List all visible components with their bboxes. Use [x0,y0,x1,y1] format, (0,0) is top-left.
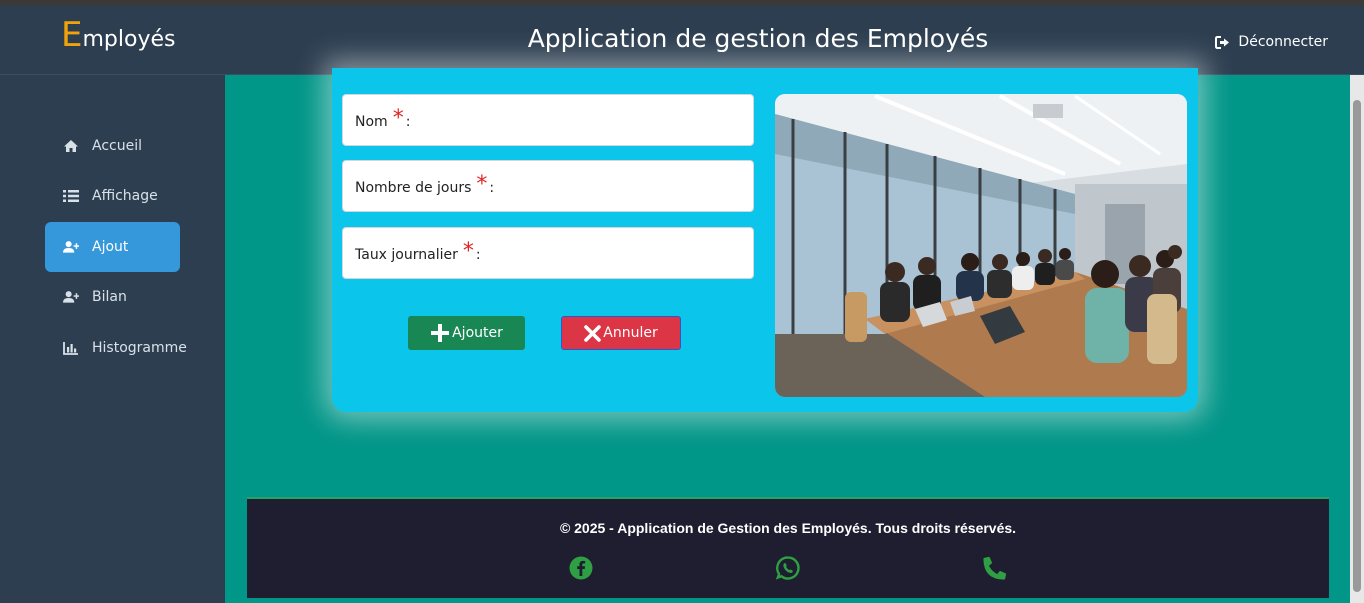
sidebar-item-bilan[interactable]: Bilan [45,272,180,322]
whatsapp-icon[interactable] [775,555,801,581]
sidebar-item-affichage[interactable]: Affichage [45,171,180,221]
list-icon [63,189,79,203]
sidebar-item-histogramme[interactable]: Histogramme [45,323,205,373]
sidebar-item-ajout[interactable]: Ajout [45,222,180,272]
field-colon: : [475,247,481,263]
field-colon: : [489,180,495,196]
footer: © 2025 - Application de Gestion des Empl… [247,497,1329,598]
sidebar-item-label: Affichage [92,188,158,204]
home-icon [63,139,79,153]
facebook-icon[interactable] [568,555,594,581]
phone-icon[interactable] [982,555,1008,581]
days-label: Nombre de jours [355,180,472,196]
required-marker: * [392,105,404,131]
cancel-button[interactable]: Annuler [561,316,681,350]
days-field[interactable]: Nombre de jours * : [342,160,754,212]
daily-rate-label: Taux journalier [355,247,458,263]
name-field[interactable]: Nom * : [342,94,754,146]
meeting-room-photo [775,94,1187,397]
top-header: Employés Application de gestion des Empl… [0,6,1364,75]
daily-rate-field[interactable]: Taux journalier * : [342,227,754,279]
sidebar: Accueil Affichage Ajout Bilan Histogramm… [0,75,225,603]
page-scrollbar[interactable] [1350,75,1364,603]
required-marker: * [462,238,474,264]
field-colon: : [405,114,411,130]
logout-button[interactable]: Déconnecter [1215,34,1328,50]
logout-label: Déconnecter [1238,34,1328,50]
user-plus-icon [63,240,79,254]
sidebar-item-label: Accueil [92,138,142,154]
close-icon [584,324,602,342]
name-label: Nom [355,114,388,130]
scrollbar-thumb[interactable] [1353,100,1361,592]
sidebar-item-accueil[interactable]: Accueil [45,121,180,171]
sidebar-item-label: Bilan [92,289,127,305]
plus-icon [431,324,450,342]
employee-form-card: Nom * : Nombre de jours * : Taux journal… [332,68,1198,412]
sidebar-item-label: Histogramme [92,340,187,356]
user-plus-icon [63,290,79,304]
page-title: Application de gestion des Employés [527,24,989,53]
required-marker: * [476,171,488,197]
add-button[interactable]: Ajouter [408,316,525,350]
sidebar-item-label: Ajout [92,239,129,255]
sign-out-icon [1215,35,1230,49]
add-button-label: Ajouter [452,325,503,341]
bar-chart-icon [63,341,79,355]
copyright-text: © 2025 - Application de Gestion des Empl… [559,520,1017,536]
cancel-button-label: Annuler [603,325,658,341]
